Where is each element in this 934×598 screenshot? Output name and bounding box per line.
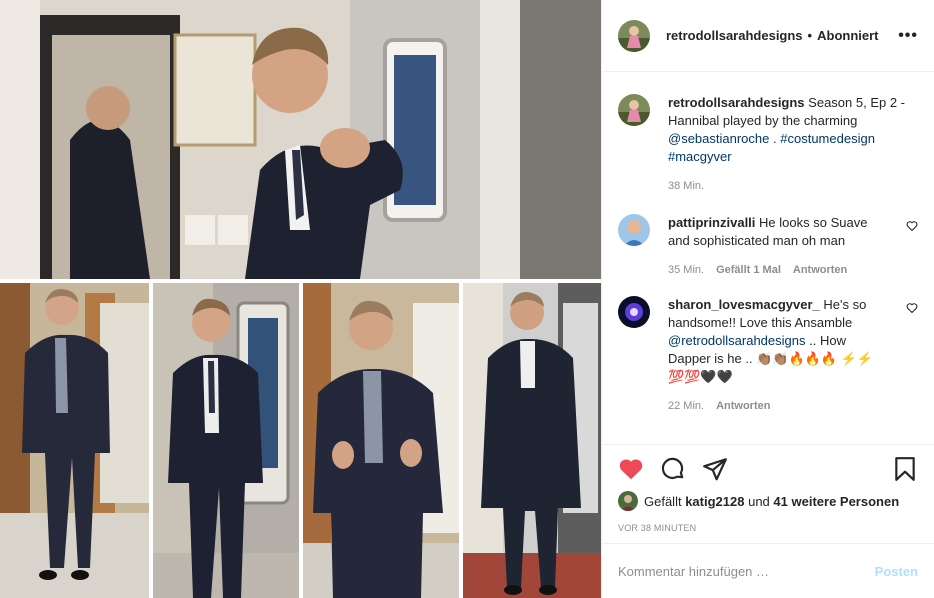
caption-time[interactable]: 38 Min. — [668, 180, 704, 192]
likes-count[interactable]: 41 weitere Personen — [773, 494, 899, 509]
comment-username[interactable]: pattiprinzivalli — [668, 215, 755, 230]
comment-time[interactable]: 35 Min. — [668, 264, 704, 276]
like-comment-heart-icon[interactable] — [906, 220, 918, 232]
author-avatar[interactable] — [618, 19, 650, 52]
photo-panel-pinstripe — [0, 283, 149, 598]
comment-text: pattiprinzivalli He looks so Suave and s… — [668, 214, 892, 250]
separator-dot: • — [807, 28, 813, 43]
commenter-avatar[interactable] — [618, 296, 650, 328]
post-side-panel: retrodollsarahdesigns • Abonniert ••• re… — [601, 0, 934, 598]
photo-panel-dark-suit — [153, 283, 299, 598]
likes-middle: und — [748, 493, 770, 509]
reply-button[interactable]: Antworten — [716, 400, 770, 412]
caption-avatar[interactable] — [618, 94, 650, 126]
likes-summary: Gefällt katig2128 und 41 weitere Persone… — [618, 491, 918, 511]
caption-text: retrodollsarahdesigns Season 5, Ep 2 - H… — [668, 94, 908, 166]
caption-mention[interactable]: @sebastianroche — [668, 131, 769, 146]
post-comment-button[interactable]: Posten — [875, 564, 918, 579]
likes-prefix: Gefällt — [644, 493, 682, 509]
action-icons — [618, 445, 918, 493]
comment-meta: 35 Min. Gefällt 1 Mal Antworten — [668, 264, 892, 276]
post-photo[interactable] — [0, 0, 601, 598]
more-options-icon[interactable]: ••• — [898, 27, 918, 45]
comment-text: sharon_lovesmacgyver_ He's so handsome!!… — [668, 296, 892, 386]
post-timestamp[interactable]: VOR 38 MINUTEN — [618, 523, 918, 533]
comment-mention[interactable]: @retrodollsarahdesigns — [668, 333, 806, 348]
photo-panel-overcoat — [463, 283, 601, 598]
photo-panel-thumbs-up — [303, 283, 459, 598]
comment-likes[interactable]: Gefällt 1 Mal — [716, 264, 781, 276]
author-username[interactable]: retrodollsarahdesigns — [666, 28, 803, 43]
comment-time[interactable]: 22 Min. — [668, 400, 704, 412]
add-comment-bar: Posten — [602, 543, 934, 598]
hashtag-macgyver[interactable]: #macgyver — [668, 149, 732, 164]
comment-input[interactable] — [618, 563, 875, 579]
liker-username[interactable]: katig2128 — [685, 494, 744, 509]
caption-body-2: . — [773, 131, 777, 146]
caption-username[interactable]: retrodollsarahdesigns — [668, 95, 805, 110]
like-heart-icon[interactable] — [618, 456, 644, 482]
photo-panel-pointing — [0, 0, 601, 279]
like-comment-heart-icon[interactable] — [906, 302, 918, 314]
comment-meta: 22 Min. Antworten — [668, 400, 892, 412]
share-icon[interactable] — [702, 456, 728, 482]
comment-item: sharon_lovesmacgyver_ He's so handsome!!… — [618, 296, 918, 412]
bookmark-icon[interactable] — [892, 456, 918, 482]
comment-username[interactable]: sharon_lovesmacgyver_ — [668, 297, 820, 312]
comments-list[interactable]: retrodollsarahdesigns Season 5, Ep 2 - H… — [602, 73, 934, 443]
post-header: retrodollsarahdesigns • Abonniert ••• — [602, 0, 934, 72]
hashtag-costumedesign[interactable]: #costumedesign — [780, 131, 875, 146]
liker-avatar[interactable] — [618, 491, 638, 511]
comment-item: pattiprinzivalli He looks so Suave and s… — [618, 214, 918, 276]
caption-meta: 38 Min. — [668, 180, 908, 192]
follow-button[interactable]: Abonniert — [817, 28, 878, 43]
post-actions: Gefällt katig2128 und 41 weitere Persone… — [602, 444, 934, 533]
caption: retrodollsarahdesigns Season 5, Ep 2 - H… — [618, 94, 918, 192]
reply-button[interactable]: Antworten — [793, 264, 847, 276]
comment-icon[interactable] — [660, 456, 686, 482]
commenter-avatar[interactable] — [618, 214, 650, 246]
